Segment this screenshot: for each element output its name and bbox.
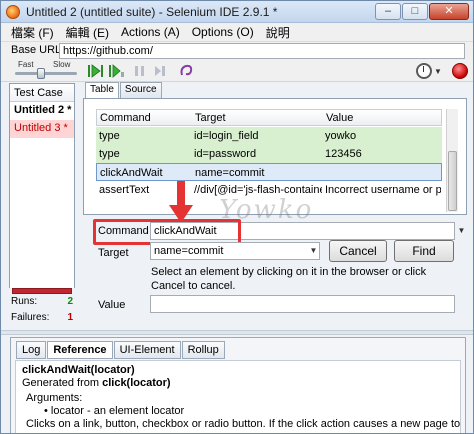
- menu-actions[interactable]: Actions (A): [115, 25, 186, 39]
- base-url-label: Base URL: [11, 44, 62, 56]
- maximize-button[interactable]: □: [402, 3, 428, 20]
- test-case-item[interactable]: Untitled 3 *: [10, 120, 74, 138]
- schedule-clock-button[interactable]: [416, 63, 432, 79]
- window-controls: – □ ✕: [375, 3, 469, 20]
- play-suite-icon: [88, 64, 103, 78]
- table-row-selected[interactable]: clickAndWait name=commit: [96, 163, 442, 181]
- chevron-down-icon[interactable]: ▼: [456, 222, 467, 240]
- bottom-pane: Log Reference UI-Element Rollup clickAnd…: [10, 337, 466, 433]
- play-current-icon: [109, 64, 124, 78]
- scrollbar-thumb[interactable]: [448, 151, 457, 211]
- tab-source[interactable]: Source: [119, 82, 162, 98]
- tab-table[interactable]: Table: [85, 82, 119, 99]
- pause-icon: [135, 66, 144, 76]
- reference-content: clickAndWait(locator) Generated from cli…: [15, 360, 461, 433]
- cell-value: yowko: [325, 130, 357, 142]
- argument-item: • locator - an element locator: [44, 405, 185, 417]
- pane-splitter[interactable]: [1, 330, 473, 335]
- generated-from: click(locator): [102, 377, 171, 389]
- pause-button[interactable]: [131, 63, 148, 79]
- column-target[interactable]: Target: [195, 112, 226, 124]
- minimize-button[interactable]: –: [375, 3, 401, 20]
- tab-log[interactable]: Log: [16, 341, 47, 359]
- target-label: Target: [98, 247, 129, 259]
- cell-target: id=password: [194, 148, 257, 160]
- record-button[interactable]: [452, 63, 468, 79]
- runs-value: 2: [67, 296, 73, 307]
- menu-help[interactable]: 說明: [260, 24, 296, 41]
- find-button[interactable]: Find: [394, 240, 454, 262]
- cell-target: name=commit: [195, 167, 265, 179]
- value-label: Value: [98, 299, 126, 311]
- tab-ui-element[interactable]: UI-Element: [113, 341, 181, 359]
- close-button[interactable]: ✕: [429, 3, 469, 20]
- generated-prefix: Generated from: [22, 377, 103, 389]
- column-command[interactable]: Command: [100, 112, 151, 124]
- table-scrollbar[interactable]: [446, 109, 458, 212]
- target-input[interactable]: name=commit: [150, 242, 320, 260]
- selenium-ide-window: Untitled 2 (untitled suite) - Selenium I…: [0, 0, 474, 434]
- runs-label: Runs:: [11, 296, 38, 307]
- argument-text: locator - an element locator: [50, 405, 185, 417]
- menu-edit[interactable]: 編輯 (E): [60, 24, 115, 41]
- reference-generated: Generated from click(locator): [22, 377, 454, 390]
- runs-stat: Runs: 2: [11, 296, 73, 307]
- menu-file[interactable]: 檔案 (F): [5, 24, 60, 41]
- arguments-label: Arguments:: [26, 392, 83, 404]
- cell-command: type: [99, 130, 120, 142]
- speed-fast-label: Fast: [18, 60, 34, 69]
- cell-command: type: [99, 148, 120, 160]
- firefox-icon: [6, 5, 20, 19]
- rollup-button[interactable]: [178, 63, 195, 79]
- reference-title: clickAndWait(locator): [22, 364, 135, 376]
- cell-command: clickAndWait: [100, 167, 163, 179]
- cell-value: Incorrect username or pas...: [325, 184, 441, 196]
- test-case-item[interactable]: Untitled 2 *: [10, 102, 74, 120]
- cell-target: id=login_field: [194, 130, 259, 142]
- title-bar: Untitled 2 (untitled suite) - Selenium I…: [1, 1, 473, 23]
- step-icon: [155, 66, 165, 76]
- value-input[interactable]: [150, 295, 455, 313]
- rollup-icon: [180, 64, 193, 76]
- step-button[interactable]: [152, 63, 169, 79]
- failures-stat: Failures: 1: [11, 312, 73, 323]
- tab-reference[interactable]: Reference: [47, 341, 113, 359]
- window-title: Untitled 2 (untitled suite) - Selenium I…: [26, 5, 278, 19]
- chevron-down-icon[interactable]: ▼: [434, 67, 442, 76]
- reference-description: Clicks on a link, button, checkbox or ra…: [26, 418, 461, 430]
- run-stats: Runs: 2 Failures: 1: [9, 288, 75, 328]
- speed-slow-label: Slow: [53, 60, 71, 69]
- table-row[interactable]: type id=password 123456: [96, 145, 442, 163]
- tab-rollup[interactable]: Rollup: [181, 341, 225, 359]
- menu-bar: 檔案 (F) 編輯 (E) Actions (A) Options (O) 說明: [1, 23, 473, 42]
- speed-slider-thumb[interactable]: [36, 68, 45, 79]
- bottom-tabs: Log Reference UI-Element Rollup: [16, 341, 225, 359]
- chevron-down-icon[interactable]: ▼: [308, 243, 319, 259]
- run-progress-bar: [12, 288, 72, 294]
- failures-label: Failures:: [11, 312, 50, 323]
- table-row[interactable]: type id=login_field yowko: [96, 127, 442, 145]
- column-value[interactable]: Value: [326, 112, 353, 124]
- failures-value: 1: [67, 312, 73, 323]
- select-element-hint: Select an element by clicking on it in t…: [151, 266, 427, 292]
- table-header: Command Target Value: [96, 109, 442, 126]
- editor-tabs: Table Source: [85, 82, 162, 99]
- test-case-header: Test Case: [10, 84, 74, 102]
- base-url-input[interactable]: https://github.com/: [59, 43, 465, 59]
- base-url-row: Base URL https://github.com/: [1, 42, 473, 60]
- speed-slider-track[interactable]: [15, 72, 77, 75]
- cell-value: 123456: [325, 148, 362, 160]
- cancel-button[interactable]: Cancel: [329, 240, 387, 262]
- play-suite-button[interactable]: [87, 63, 104, 79]
- toolbar: Fast Slow ▼: [1, 60, 473, 82]
- play-current-button[interactable]: [108, 63, 125, 79]
- menu-options[interactable]: Options (O): [186, 25, 260, 39]
